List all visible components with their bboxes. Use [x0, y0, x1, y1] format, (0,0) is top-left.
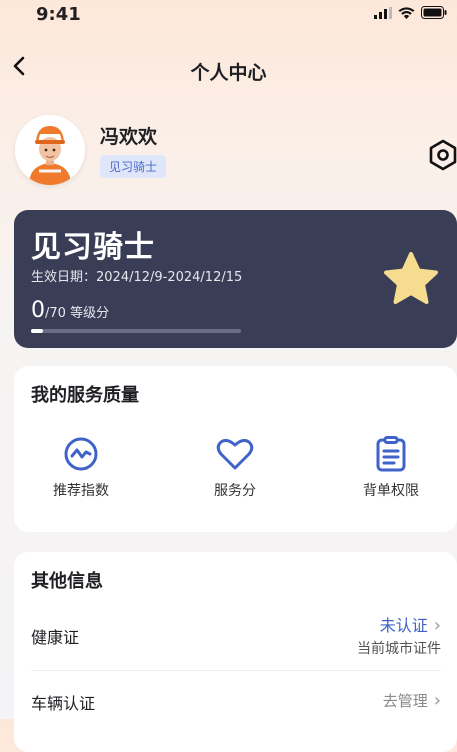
profile-section: 冯欢欢 见习骑士 — [0, 110, 457, 190]
chevron-right-icon: › — [433, 690, 441, 711]
level-progress-bar — [31, 329, 241, 333]
health-cert-sub: 当前城市证件 — [357, 641, 441, 657]
level-card[interactable]: 见习骑士 生效日期：2024/12/9-2024/12/15 0/70 等级分 — [14, 210, 457, 348]
chevron-right-icon: › — [433, 615, 441, 636]
level-title: 见习骑士 — [31, 230, 155, 265]
health-cert-status: 未认证 — [379, 616, 428, 635]
settings-hex-icon — [429, 139, 457, 171]
health-cert-row[interactable]: 健康证 未认证 › 当前城市证件 — [31, 612, 441, 662]
vehicle-cert-row[interactable]: 车辆认证 去管理 › — [31, 690, 441, 720]
level-score: 0/70 等级分 — [31, 298, 109, 323]
page-title: 个人中心 — [190, 62, 267, 84]
other-info-card: 其他信息 健康证 未认证 › 当前城市证件 车辆认证 去管理 › — [14, 552, 457, 752]
health-cert-right: 未认证 › 当前城市证件 — [357, 612, 441, 658]
battery-icon — [421, 6, 447, 19]
signal-icon — [374, 6, 392, 19]
clipboard-icon — [376, 436, 406, 472]
recommend-index-label: 推荐指数 — [53, 483, 109, 499]
vehicle-cert-label: 车辆认证 — [31, 694, 96, 713]
recommend-index-item[interactable]: 推荐指数 — [26, 436, 136, 500]
level-badge: 见习骑士 — [100, 155, 167, 178]
score-total: /70 — [45, 306, 66, 321]
health-cert-label: 健康证 — [31, 628, 80, 647]
level-progress-fill — [31, 329, 43, 333]
status-icons — [374, 6, 447, 19]
service-score-item[interactable]: 服务分 — [180, 436, 290, 500]
vehicle-cert-right: 去管理 › — [383, 690, 441, 711]
vehicle-cert-status: 去管理 — [382, 692, 428, 710]
rider-avatar-icon — [15, 115, 85, 185]
order-permission-label: 背单权限 — [363, 483, 419, 499]
wifi-icon — [398, 6, 415, 19]
nav-bar: 个人中心 — [0, 48, 457, 88]
order-permission-item[interactable]: 背单权限 — [336, 436, 446, 500]
avatar[interactable] — [15, 115, 85, 185]
row-divider — [31, 670, 441, 671]
other-title: 其他信息 — [31, 571, 103, 592]
status-bar: 9:41 — [0, 0, 457, 28]
heart-icon — [216, 438, 254, 470]
service-score-label: 服务分 — [214, 483, 256, 499]
score-label: 等级分 — [70, 306, 110, 321]
star-icon — [382, 250, 440, 308]
user-name: 冯欢欢 — [100, 126, 158, 148]
settings-button[interactable] — [428, 138, 457, 172]
score-value: 0 — [31, 298, 45, 323]
trend-circle-icon — [64, 437, 98, 471]
service-title: 我的服务质量 — [31, 385, 139, 406]
status-time: 9:41 — [36, 4, 81, 25]
service-quality-card: 我的服务质量 推荐指数 服务分 背单权限 — [14, 366, 457, 532]
level-date: 生效日期：2024/12/9-2024/12/15 — [31, 270, 243, 285]
